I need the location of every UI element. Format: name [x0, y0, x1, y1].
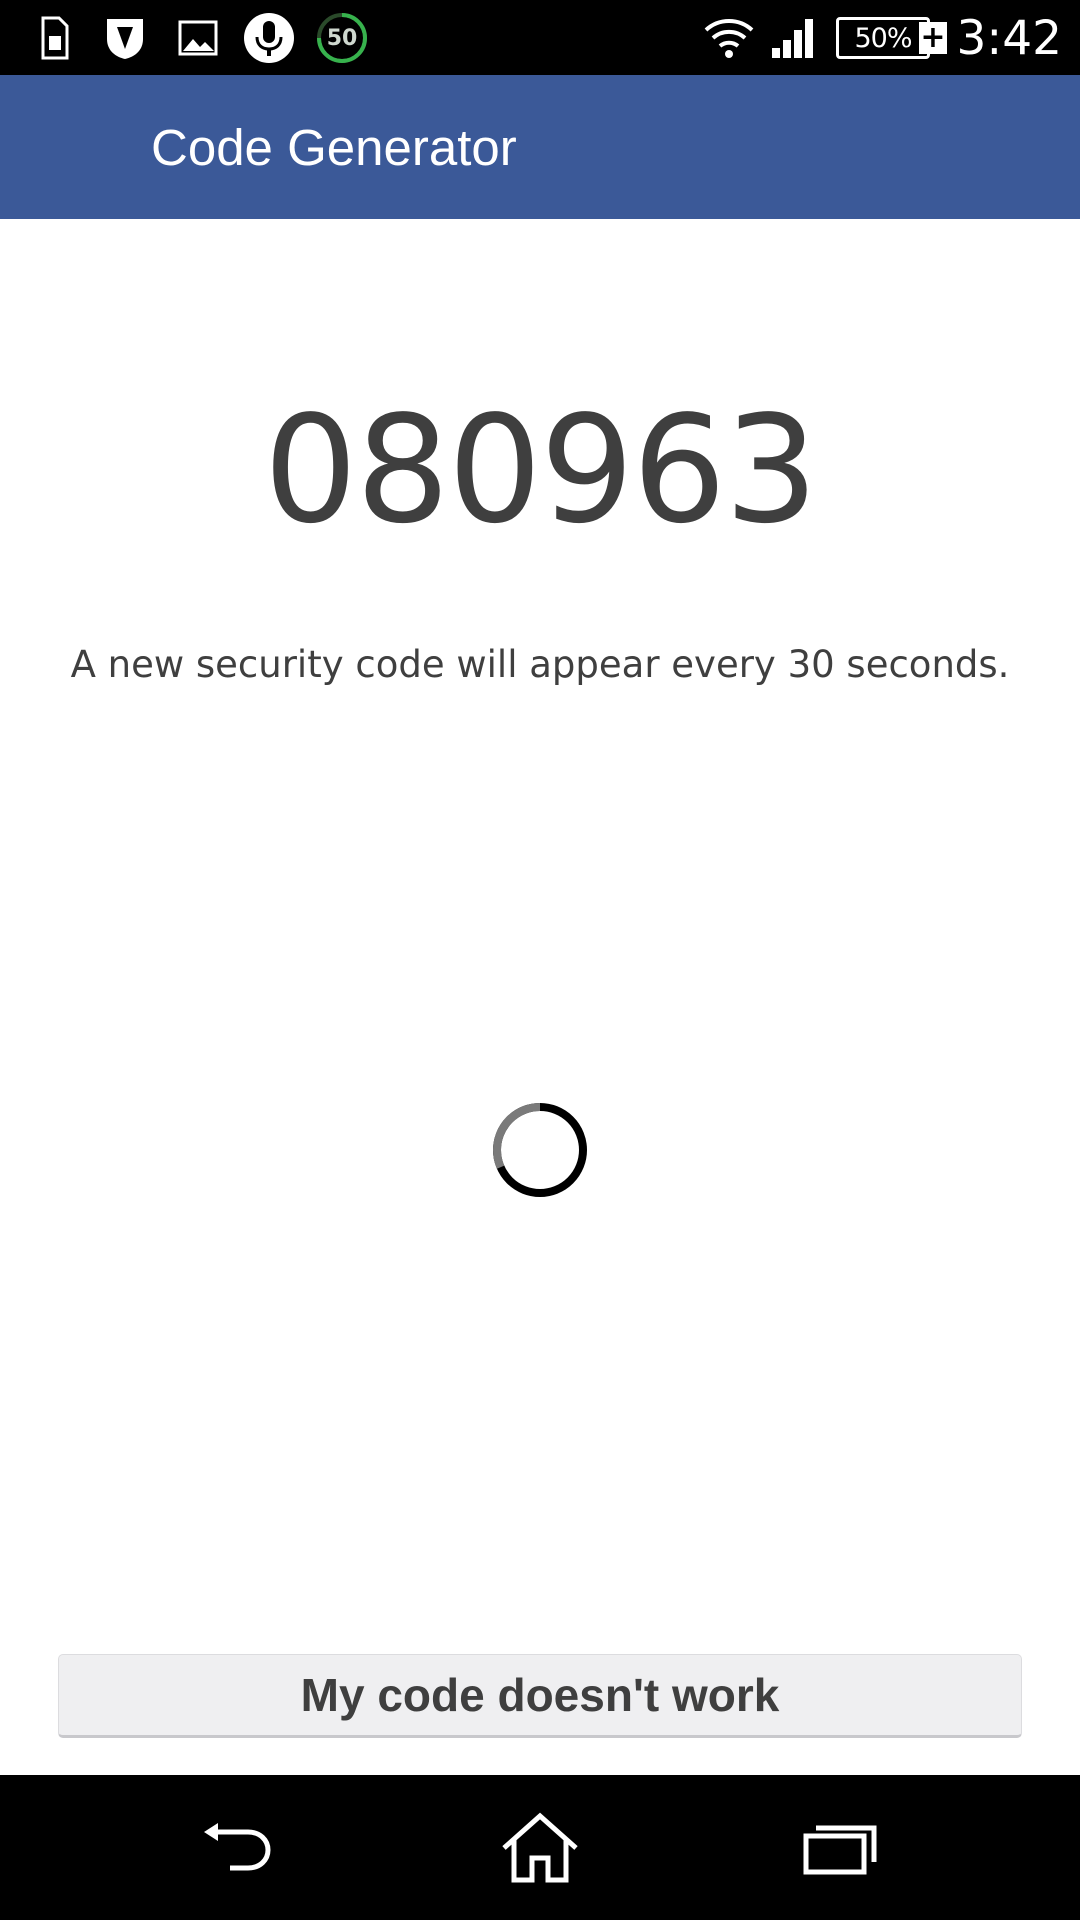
- timer-badge-value: 50: [326, 25, 358, 51]
- home-icon[interactable]: [440, 1775, 640, 1920]
- status-clock: 3:42: [956, 10, 1062, 66]
- battery-level: 50%: [854, 22, 912, 54]
- sim-card-icon: [38, 12, 72, 64]
- microphone-icon: [243, 12, 295, 64]
- signal-icon: [770, 12, 818, 64]
- battery-icon: 50%: [836, 17, 930, 59]
- code-doesnt-work-button[interactable]: My code doesn't work: [58, 1654, 1022, 1738]
- wifi-icon: [704, 12, 754, 64]
- code-description: A new security code will appear every 30…: [70, 643, 1010, 686]
- screen: 50 50% + 3:42 Code Generator 080963 A ne…: [0, 0, 1080, 1920]
- shield-icon: [103, 12, 147, 64]
- recent-apps-icon[interactable]: [740, 1775, 940, 1920]
- page-title: Code Generator: [151, 118, 517, 176]
- status-bar: 50 50% + 3:42: [0, 0, 1080, 75]
- charging-plus-icon: +: [919, 20, 947, 55]
- timer-badge-icon: 50: [316, 12, 368, 64]
- back-icon[interactable]: [140, 1775, 340, 1920]
- progress-ring-icon: [490, 1100, 590, 1200]
- navigation-bar: [0, 1775, 1080, 1920]
- image-icon: [178, 12, 218, 64]
- security-code: 080963: [263, 384, 819, 556]
- app-bar: Code Generator: [0, 75, 1080, 219]
